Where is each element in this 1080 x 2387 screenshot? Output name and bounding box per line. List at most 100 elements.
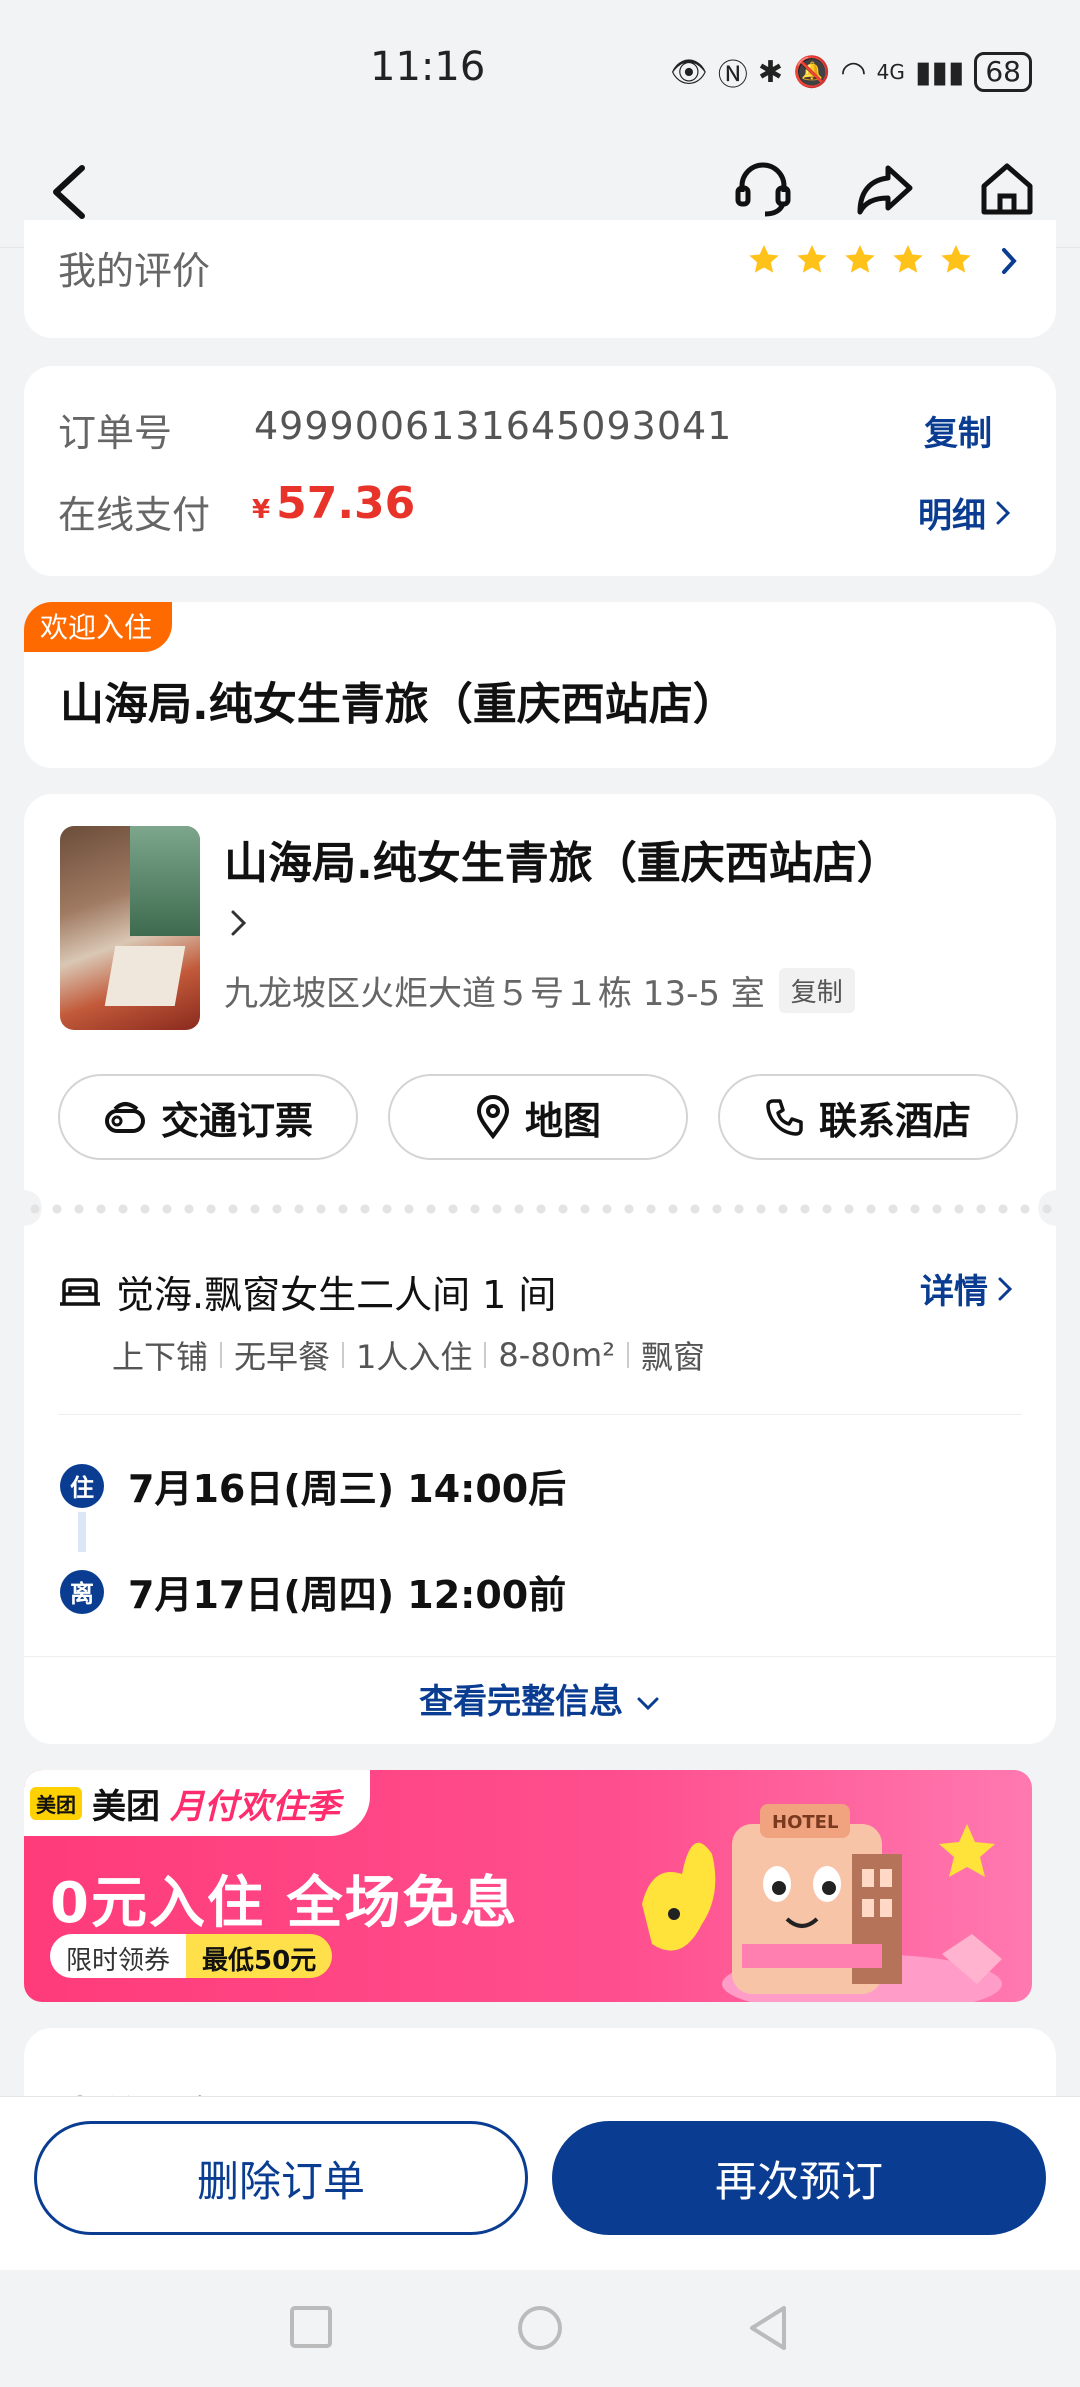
view-full-info-label: 查看完整信息 [419,1682,624,1722]
wifi-icon: ◠ [840,54,867,90]
banner-headline: 0元入住 全场免息 [50,1871,519,1936]
tag-separator [484,1342,487,1368]
banner-brand: 美团 美团 月付欢住季 [24,1770,370,1836]
hotel-header-card: 欢迎入住 山海局.纯女生青旅（重庆西站店） [24,602,1056,768]
welcome-badge: 欢迎入住 [24,602,173,652]
promo-banner[interactable]: 美团 美团 月付欢住季 0元入住 全场免息 限时领券 最低50元 HOTEL [24,1770,1032,2002]
hotel-address: 九龙坡区火炬大道５号１栋 13-5 室 [224,974,765,1014]
room-tag: 无早餐 [234,1338,331,1376]
nfc-icon: Ⓝ [717,58,748,93]
tag-separator [627,1342,630,1368]
network-label: 4G [876,60,905,84]
bottom-action-bar: 删除订单 再次预订 [0,2096,1080,2270]
transport-icon [104,1102,145,1133]
hotel-title: 山海局.纯女生青旅（重庆西站店） [60,679,737,730]
room-row: 觉海.飘窗女生二人间 1 间 [58,1264,556,1319]
star-icon [941,245,971,273]
order-number-label: 订单号 [58,411,173,455]
copy-order-button[interactable]: 复制 [924,406,992,455]
copy-address-button[interactable]: 复制 [778,968,855,1013]
checkin-row: 住 7月16日(周三) 14:00后 [60,1458,566,1513]
brand-name: 美团 [92,1786,160,1827]
room-tag: 上下铺 [112,1338,209,1376]
home-icon[interactable] [974,156,1040,222]
contact-hotel-label: 联系酒店 [818,1098,971,1143]
signal-icon: ▮▮▮ [914,54,965,90]
phone-icon [766,1099,803,1136]
map-button[interactable]: 地图 [388,1074,688,1160]
thumbnail-table [104,946,186,1006]
eye-icon: 👁 [669,54,708,90]
hotel-sign-text: HOTEL [772,1812,838,1833]
thumbnail-window [130,826,200,936]
hotel-mascot-illustration: HOTEL [642,1804,1002,2002]
amount-value: 57.36 [276,478,416,529]
transport-ticket-button[interactable]: 交通订票 [58,1074,358,1160]
hotel-thumbnail[interactable] [60,826,200,1030]
hotel-info-card: 山海局.纯女生青旅（重庆西站店） 九龙坡区火炬大道５号１栋 13-5 室 复制 … [6,794,1074,1744]
currency-symbol: ¥ [252,495,271,525]
online-payment-label: 在线支付 [58,493,211,537]
chevron-right-icon [231,910,247,936]
payment-amount: ¥57.36 [252,478,415,529]
room-tag: 飘窗 [641,1338,706,1376]
rebook-button[interactable]: 再次预订 [552,2121,1046,2235]
review-label: 我的评价 [58,249,211,293]
room-name: 觉海.飘窗女生二人间 1 间 [116,1273,557,1317]
tag-separator [342,1342,345,1368]
checkout-date: 7月17日(周四) 12:00前 [128,1573,567,1617]
customer-service-icon[interactable] [730,156,796,222]
detail-label: 明细 [918,496,986,536]
date-connector [78,1512,86,1552]
status-bar: 11:16 👁 Ⓝ ✱ 🔕 ◠ 4G ▮▮▮ 68 [0,0,1080,140]
chevron-down-icon [637,1697,659,1711]
checkout-row: 离 7月17日(周四) 12:00前 [60,1564,566,1619]
hotel-address-row: 九龙坡区火炬大道５号１栋 13-5 室 复制 [224,966,855,1015]
room-tags: 上下铺 无早餐 1人入住 8-80m² 飘窗 [112,1332,705,1378]
chevron-right-icon [996,501,1011,524]
star-icon [797,245,827,273]
payment-detail-link[interactable]: 明细 [918,488,1012,537]
recents-icon[interactable] [288,2304,334,2350]
mute-icon: 🔕 [793,54,831,90]
dotted-divider [24,1204,1056,1214]
star-icon [749,245,779,273]
order-number: 4999006131645093041 [254,404,733,448]
home-circle-icon[interactable] [516,2304,564,2352]
battery-indicator: 68 [974,52,1032,92]
contact-hotel-button[interactable]: 联系酒店 [718,1074,1018,1160]
room-tag: 1人入住 [356,1338,473,1376]
chevron-right-icon [998,1277,1013,1300]
back-icon[interactable] [42,160,102,224]
coupon-label: 限时领券 [50,1934,187,1978]
system-nav-bar [0,2270,1080,2387]
divider [24,1656,1056,1657]
tag-separator [220,1342,223,1368]
status-icons: 👁 Ⓝ ✱ 🔕 ◠ 4G ▮▮▮ 68 [670,50,1032,94]
delete-order-button[interactable]: 删除订单 [34,2121,528,2235]
room-details-link[interactable]: 详情 [920,1264,1014,1313]
meituan-logo: 美团 [30,1786,82,1820]
review-card[interactable]: 我的评价 [24,220,1056,338]
view-full-info-button[interactable]: 查看完整信息 [24,1674,1056,1723]
hotel-action-row: 交通订票 地图 联系酒店 [58,1074,1018,1160]
transport-ticket-label: 交通订票 [160,1098,313,1143]
checkout-badge: 离 [60,1569,104,1614]
checkin-date: 7月16日(周三) 14:00后 [128,1467,567,1511]
checkin-badge: 住 [60,1463,104,1508]
star-icon [893,245,923,273]
status-time: 11:16 [370,44,486,90]
back-triangle-icon[interactable] [746,2304,790,2352]
hotel-name-link[interactable]: 山海局.纯女生青旅（重庆西站店） [224,834,1024,894]
chevron-right-icon [1002,248,1017,274]
map-pin-icon [476,1095,509,1139]
room-details-label: 详情 [920,1272,988,1312]
divider [58,1414,1022,1415]
rating-stars [746,242,974,278]
share-icon[interactable] [852,156,918,222]
bed-icon [60,1277,100,1306]
banner-slogan: 月付欢住季 [170,1786,340,1827]
bluetooth-icon: ✱ [757,54,784,90]
coupon-tag: 限时领券 最低50元 [50,1934,333,1978]
room-tag: 8-80m² [498,1336,616,1374]
